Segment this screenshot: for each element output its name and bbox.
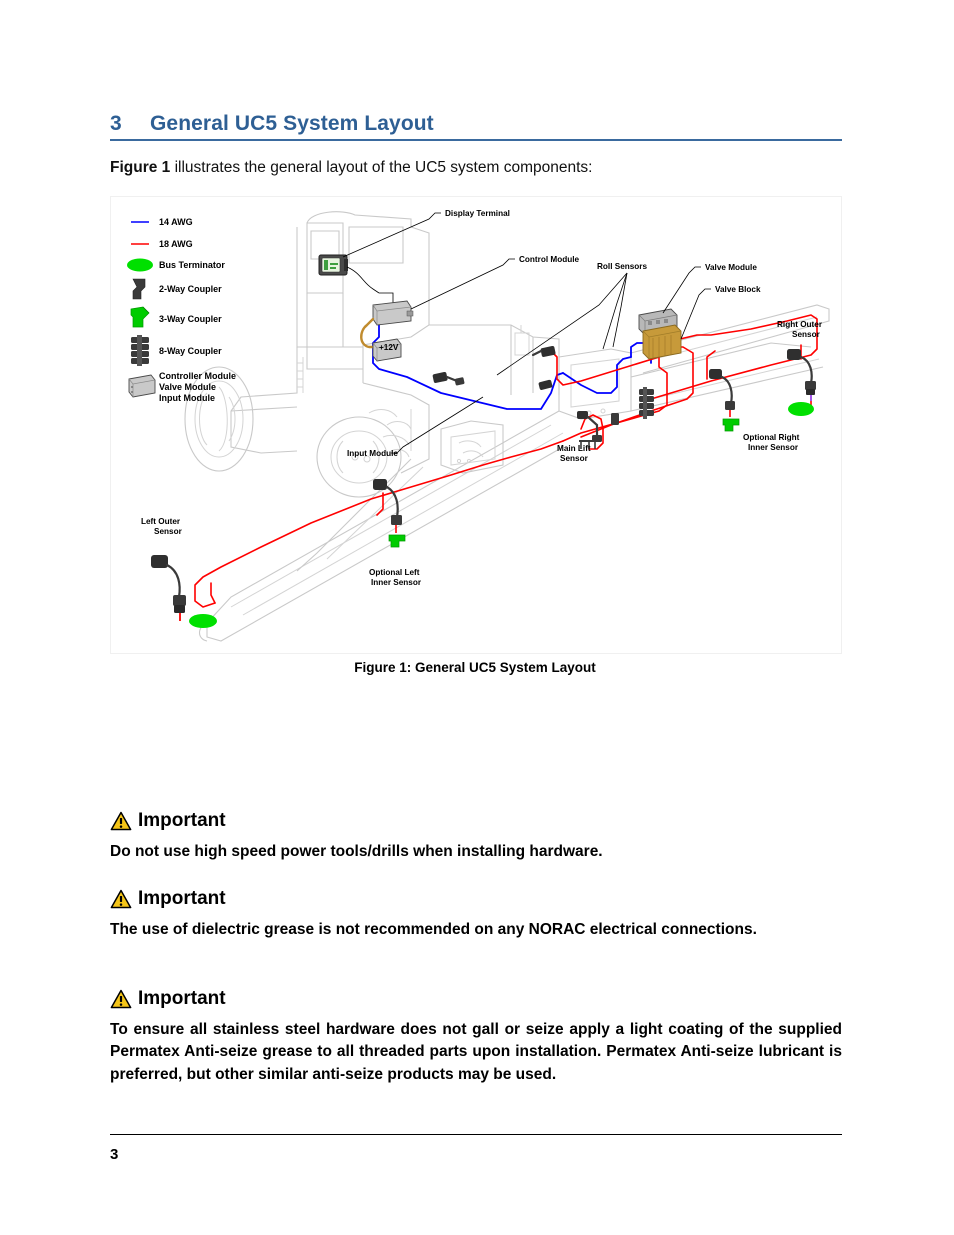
callout-right-outer-sensor-line1: Right Outer: [777, 320, 823, 329]
callout-roll-sensors: Roll Sensors: [597, 262, 647, 271]
callout-optional-left-inner-line1: Optional Left: [369, 568, 420, 577]
important-notice-1: Important Do not use high speed power to…: [110, 810, 842, 863]
section-number: 3: [110, 112, 122, 135]
important-heading-text-1: Important: [138, 810, 226, 831]
intro-figure-ref: Figure 1: [110, 159, 171, 176]
important-heading-3: Important: [110, 988, 842, 1010]
figure-uc5-system-layout: .lbl { font-family: "Liberation Sans", s…: [110, 196, 842, 654]
important-notice-2: Important The use of dielectric grease i…: [110, 888, 842, 941]
important-heading-text-3: Important: [138, 988, 226, 1009]
document-page: 3 General UC5 System Layout Figure 1 illu…: [0, 0, 954, 1235]
callout-right-outer-sensor-line2: Sensor: [792, 330, 821, 339]
warning-triangle-icon: [110, 811, 132, 831]
legend-label-input-module: Input Module: [159, 393, 215, 403]
warning-triangle-icon: [110, 989, 132, 1009]
control-module-component: [372, 300, 414, 326]
important-body-1: Do not use high speed power tools/drills…: [110, 843, 603, 860]
callout-optional-right-inner-line2: Inner Sensor: [748, 443, 799, 452]
intro-paragraph: Figure 1 illustrates the general layout …: [110, 158, 842, 179]
callout-main-lift-sensor-line2: Sensor: [560, 454, 589, 463]
legend-label-controller-module: Controller Module: [159, 371, 236, 381]
callout-display-terminal: Display Terminal: [445, 209, 510, 218]
legend-label-bus-terminator: Bus Terminator: [159, 260, 225, 270]
important-heading-2: Important: [110, 888, 842, 910]
callout-optional-right-inner-line1: Optional Right: [743, 433, 800, 442]
page-title: 3 General UC5 System Layout: [110, 112, 842, 141]
callout-left-outer-sensor-line1: Left Outer: [141, 517, 181, 526]
display-terminal-component: [318, 254, 348, 276]
legend-label-14awg: 14 AWG: [159, 217, 193, 227]
callout-main-lift-sensor-line1: Main Lift: [557, 444, 591, 453]
page-number: 3: [110, 1146, 119, 1163]
callout-valve-module: Valve Module: [705, 263, 757, 272]
legend-label-2way-coupler: 2-Way Coupler: [159, 284, 222, 294]
section-title-text: General UC5 System Layout: [150, 112, 434, 135]
legend-label-valve-module: Valve Module: [159, 382, 216, 392]
intro-rest-text: illustrates the general layout of the UC…: [170, 159, 593, 176]
legend-label-8way-coupler: 8-Way Coupler: [159, 346, 222, 356]
eight-way-coupler-component: [639, 387, 654, 419]
important-notice-3: Important To ensure all stainless steel …: [110, 988, 842, 1086]
callout-input-module: Input Module: [347, 449, 398, 458]
callout-control-module: Control Module: [519, 255, 579, 264]
important-body-2: The use of dielectric grease is not reco…: [110, 921, 757, 938]
callout-optional-left-inner-line2: Inner Sensor: [371, 578, 422, 587]
callout-valve-block: Valve Block: [715, 285, 761, 294]
footer-divider: [110, 1134, 842, 1135]
important-body-3: To ensure all stainless steel hardware d…: [110, 1021, 842, 1083]
legend-icon-module: [128, 374, 156, 398]
callout-power-12v: +12V: [379, 343, 399, 352]
callout-left-outer-sensor-line2: Sensor: [154, 527, 183, 536]
warning-triangle-icon: [110, 889, 132, 909]
important-heading-text-2: Important: [138, 888, 226, 909]
legend-label-3way-coupler: 3-Way Coupler: [159, 314, 222, 324]
legend-label-18awg: 18 AWG: [159, 239, 193, 249]
valve-block-component: [642, 324, 682, 360]
important-heading-1: Important: [110, 810, 842, 832]
figure-caption: Figure 1: General UC5 System Layout: [354, 660, 596, 675]
